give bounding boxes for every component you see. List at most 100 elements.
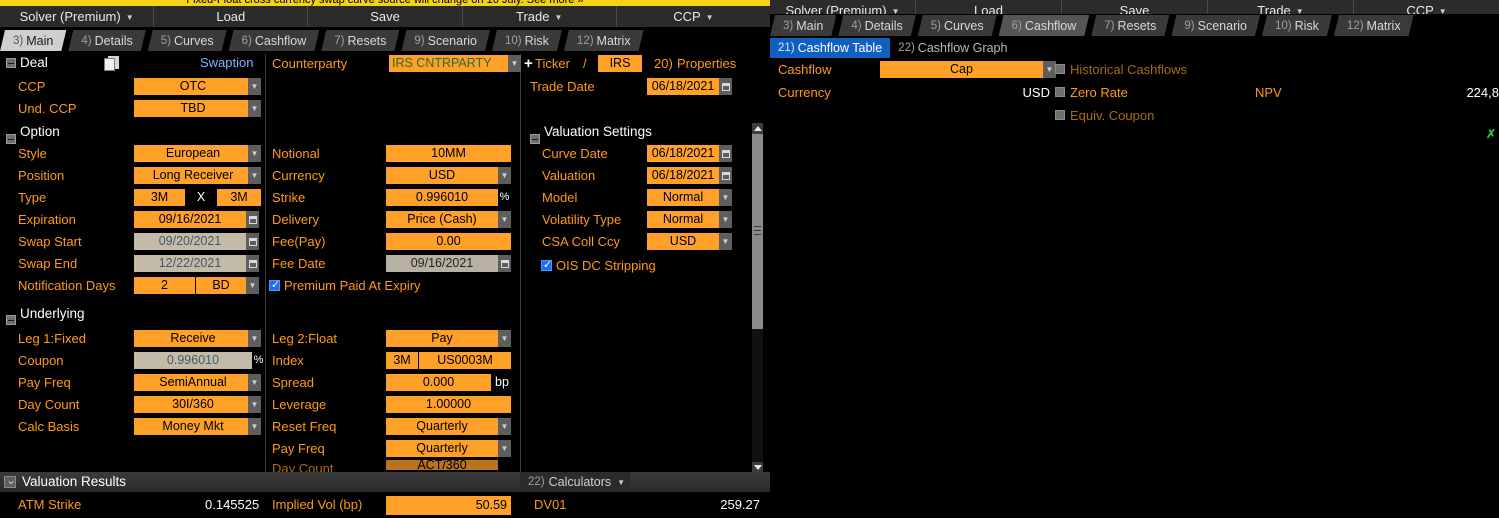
notification-days-dropdown-icon[interactable]: ▼ [246, 277, 259, 294]
leg1-direction-select[interactable]: Receive [134, 330, 252, 347]
tab-resets[interactable]: 7) Resets [321, 30, 399, 51]
cashflow-type-select[interactable]: Cap [880, 61, 1043, 78]
tab-cashflow[interactable]: 6) Cashflow [229, 30, 320, 51]
properties-button[interactable]: Properties [677, 56, 736, 72]
menu-load[interactable]: Load [154, 6, 309, 27]
leg1-pay-freq-dropdown-icon[interactable]: ▼ [248, 374, 261, 391]
leg2-dropdown-icon[interactable]: ▼ [498, 330, 511, 347]
tab-details[interactable]: 4) Details [838, 15, 915, 36]
calculators-menu[interactable]: 22) Calculators ▼ [520, 472, 630, 492]
index-ticker-input[interactable]: US0003M [419, 352, 511, 369]
type-left-tenor[interactable]: 3M [134, 189, 185, 206]
leg1-day-count-select[interactable]: 30I/360 [134, 396, 252, 413]
calendar-icon[interactable] [246, 211, 259, 228]
calc-basis-select[interactable]: Money Mkt [134, 418, 252, 435]
swap-end-input[interactable]: 12/22/2021 [134, 255, 246, 272]
reset-freq-dropdown-icon[interactable]: ▼ [498, 418, 511, 435]
tab-details[interactable]: 4) Details [68, 30, 145, 51]
leg1-dropdown-icon[interactable]: ▼ [248, 330, 261, 347]
tab-main[interactable]: 3) Main [0, 30, 66, 51]
leg2-direction-select[interactable]: Pay [386, 330, 498, 347]
zero-rate-checkbox[interactable] [1055, 87, 1065, 97]
leg2-pay-freq-dropdown-icon[interactable]: ▼ [498, 440, 511, 457]
csa-coll-ccy-select[interactable]: USD [647, 233, 719, 250]
csa-coll-ccy-dropdown-icon[interactable]: ▼ [719, 233, 732, 250]
leg2-day-count-select[interactable]: ACT/360 [386, 460, 498, 470]
collapse-deal-icon[interactable] [6, 58, 16, 68]
currency-dropdown-icon[interactable]: ▼ [498, 167, 511, 184]
subtab-cashflow-graph[interactable]: 22) Cashflow Graph [890, 38, 1015, 58]
model-dropdown-icon[interactable]: ▼ [719, 189, 732, 206]
tab-risk[interactable]: 10) Risk [1262, 15, 1332, 36]
valuation-date-input[interactable]: 06/18/2021 [647, 167, 719, 184]
leg1-day-count-dropdown-icon[interactable]: ▼ [248, 396, 261, 413]
notification-days-input[interactable]: 2 [134, 277, 195, 294]
excel-export-icon[interactable]: ✗ [1486, 127, 1496, 141]
menu-trade[interactable]: Trade ▼ [463, 6, 617, 27]
calendar-icon[interactable] [719, 78, 732, 95]
swap-start-input[interactable]: 09/20/2021 [134, 233, 246, 250]
tab-curves[interactable]: 5) Curves [148, 30, 227, 51]
coupon-input[interactable]: 0.996010 [134, 352, 252, 369]
type-right-tenor[interactable]: 3M [217, 189, 261, 206]
tab-curves[interactable]: 5) Curves [918, 15, 997, 36]
volatility-type-select[interactable]: Normal [647, 211, 719, 228]
tab-risk[interactable]: 10) Risk [492, 30, 562, 51]
fee-pay-input[interactable]: 0.00 [386, 233, 511, 250]
delivery-select[interactable]: Price (Cash) [386, 211, 498, 228]
und-ccp-dropdown-icon[interactable]: ▼ [248, 100, 261, 117]
premium-paid-checkbox[interactable] [269, 278, 280, 291]
counterparty-dropdown-icon[interactable]: ▼ [508, 55, 521, 72]
curve-date-input[interactable]: 06/18/2021 [647, 145, 719, 162]
add-ticker-icon[interactable]: + [524, 56, 533, 71]
model-select[interactable]: Normal [647, 189, 719, 206]
ticker-input[interactable]: IRS [598, 55, 642, 72]
leg1-pay-freq-select[interactable]: SemiAnnual [134, 374, 252, 391]
strike-input[interactable]: 0.996010 [386, 189, 498, 206]
scroll-up-arrow-icon[interactable] [752, 123, 763, 134]
currency-select[interactable]: USD [386, 167, 498, 184]
calendar-icon[interactable] [246, 233, 259, 250]
historical-cashflows-checkbox[interactable] [1055, 64, 1065, 74]
subtab-cashflow-table[interactable]: 21) Cashflow Table [770, 38, 891, 58]
tab-scenario[interactable]: 9) Scenario [401, 30, 490, 51]
collapse-underlying-icon[interactable] [6, 315, 16, 325]
leg2-pay-freq-select[interactable]: Quarterly [386, 440, 498, 457]
left-pane-scrollbar[interactable] [752, 123, 763, 473]
tab-main[interactable]: 3) Main [770, 15, 836, 36]
menu-solver[interactable]: Solver (Premium) ▼ [0, 6, 155, 27]
notional-input[interactable]: 10MM [386, 145, 511, 162]
trade-date-input[interactable]: 06/18/2021 [647, 78, 719, 95]
ccp-select[interactable]: OTC [134, 78, 252, 95]
expiration-input[interactable]: 09/16/2021 [134, 211, 246, 228]
tab-resets[interactable]: 7) Resets [1091, 15, 1169, 36]
tab-scenario[interactable]: 9) Scenario [1171, 15, 1260, 36]
leverage-input[interactable]: 1.00000 [386, 396, 511, 413]
fee-date-input[interactable]: 09/16/2021 [386, 255, 498, 272]
tab-matrix[interactable]: 12) Matrix [564, 30, 644, 51]
style-select[interactable]: European [134, 145, 252, 162]
calendar-icon[interactable] [719, 145, 732, 162]
calendar-icon[interactable] [719, 167, 732, 184]
tab-matrix[interactable]: 12) Matrix [1334, 15, 1414, 36]
ois-dc-stripping-checkbox[interactable] [541, 258, 552, 271]
notification-days-unit[interactable]: BD [196, 277, 246, 294]
counterparty-input[interactable]: IRS CNTRPARTY [389, 55, 508, 72]
position-select[interactable]: Long Receiver [134, 167, 252, 184]
reset-freq-select[interactable]: Quarterly [386, 418, 498, 435]
und-ccp-select[interactable]: TBD [134, 100, 252, 117]
delivery-dropdown-icon[interactable]: ▼ [498, 211, 511, 228]
collapse-valuation-settings-icon[interactable] [530, 134, 540, 144]
calendar-icon[interactable] [246, 255, 259, 272]
menu-save[interactable]: Save [308, 6, 463, 27]
scrollbar-thumb[interactable] [752, 134, 763, 329]
tab-cashflow[interactable]: 6) Cashflow [999, 15, 1090, 36]
collapse-option-icon[interactable] [6, 134, 16, 144]
position-dropdown-icon[interactable]: ▼ [248, 167, 261, 184]
copy-document-icon[interactable] [104, 56, 119, 71]
volatility-type-dropdown-icon[interactable]: ▼ [719, 211, 732, 228]
calendar-icon[interactable] [498, 255, 511, 272]
ccp-dropdown-icon[interactable]: ▼ [248, 78, 261, 95]
calc-basis-dropdown-icon[interactable]: ▼ [248, 418, 261, 435]
spread-input[interactable]: 0.000 [386, 374, 491, 391]
